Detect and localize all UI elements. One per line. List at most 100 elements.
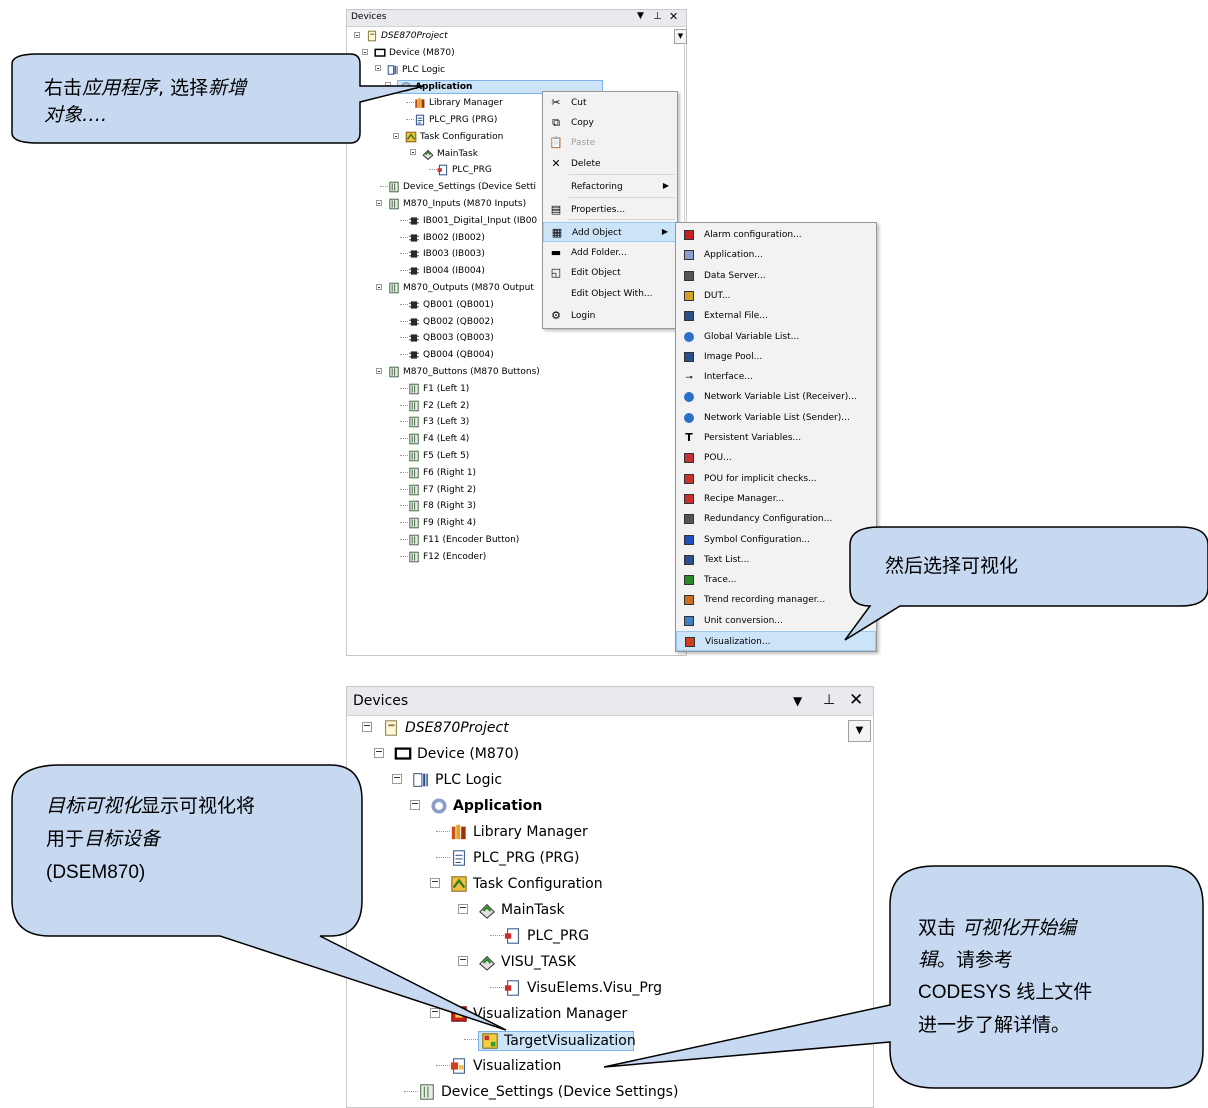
tree-node[interactable]: VISU_TASK <box>478 953 576 971</box>
tree-collapse-toggle[interactable] <box>374 747 384 758</box>
menu-item-visualization[interactable]: Visualization... <box>676 631 876 651</box>
tree-node[interactable]: IB004 (IB004) <box>408 265 485 277</box>
tree-collapse-toggle[interactable] <box>376 199 382 206</box>
tree-collapse-toggle[interactable] <box>392 773 402 784</box>
tree-collapse-toggle[interactable] <box>430 1007 440 1018</box>
menu-item-symbol-configuration[interactable]: Symbol Configuration... <box>676 530 876 550</box>
pin-icon[interactable]: ⊥ <box>653 11 662 22</box>
tree-node[interactable]: TargetVisualization <box>478 1031 636 1051</box>
menu-item-edit-object-with[interactable]: Edit Object With... <box>543 284 677 304</box>
menu-item-recipe-manager[interactable]: Recipe Manager... <box>676 489 876 509</box>
tree-collapse-toggle[interactable] <box>393 132 399 139</box>
tree-node[interactable]: F11 (Encoder Button) <box>408 534 519 546</box>
tree-node[interactable]: PLC Logic <box>412 771 502 789</box>
tree-node[interactable]: PLC_PRG <box>437 164 492 176</box>
tree-collapse-toggle[interactable] <box>376 367 382 374</box>
tree-node[interactable]: QB001 (QB001) <box>408 299 494 311</box>
menu-item-image-pool[interactable]: Image Pool... <box>676 347 876 367</box>
tree-node[interactable]: F8 (Right 3) <box>408 500 476 512</box>
menu-item-add-folder[interactable]: ▬ Add Folder... <box>543 243 677 263</box>
tree-node[interactable]: VisuElems.Visu_Prg <box>504 979 662 997</box>
tree-node[interactable]: DSE870Project <box>382 719 509 737</box>
menu-item-delete[interactable]: ✕ Delete <box>543 154 677 174</box>
tree-node[interactable]: IB003 (IB003) <box>408 248 485 260</box>
menu-item-properties[interactable]: ▤ Properties... <box>543 200 677 220</box>
tree-node[interactable]: Visualization Manager <box>450 1005 627 1023</box>
menu-item-trace[interactable]: Trace... <box>676 570 876 590</box>
tree-node[interactable]: DSE870Project <box>366 30 448 42</box>
devices-titlebar-bottom[interactable]: Devices ▼ ⊥ ✕ <box>347 687 873 716</box>
tree-collapse-toggle[interactable] <box>375 65 381 72</box>
tree-node[interactable]: QB002 (QB002) <box>408 316 494 328</box>
tree-node[interactable]: F6 (Right 1) <box>408 467 476 479</box>
tree-collapse-toggle[interactable] <box>385 82 391 89</box>
close-icon[interactable]: ✕ <box>669 10 678 23</box>
menu-item-cut[interactable]: ✂ Cut <box>543 93 677 113</box>
menu-item-pou-for-implicit-checks[interactable]: POU for implicit checks... <box>676 469 876 489</box>
tree-node[interactable]: F5 (Left 5) <box>408 450 469 462</box>
tree-node[interactable]: Task Configuration <box>405 131 503 143</box>
tree-node[interactable]: M870_Inputs (M870 Inputs) <box>388 198 526 210</box>
tree-node[interactable]: F2 (Left 2) <box>408 400 469 412</box>
tree-node[interactable]: M870_Buttons (M870 Buttons) <box>388 366 540 378</box>
tree-collapse-toggle[interactable] <box>430 877 440 888</box>
menu-item-data-server[interactable]: Data Server... <box>676 266 876 286</box>
tree-node[interactable]: Application <box>430 797 542 815</box>
menu-item-external-file[interactable]: External File... <box>676 306 876 326</box>
tree-node[interactable]: PLC_PRG (PRG) <box>450 849 579 867</box>
menu-item-alarm-configuration[interactable]: Alarm configuration... <box>676 225 876 245</box>
tree-node[interactable]: Visualization <box>450 1057 561 1075</box>
tree-collapse-toggle[interactable] <box>362 48 368 55</box>
menu-item-global-variable-list[interactable]: Global Variable List... <box>676 327 876 347</box>
tree-node[interactable]: IB001_Digital_Input (IB00 <box>408 215 537 227</box>
tree-node[interactable]: F3 (Left 3) <box>408 416 469 428</box>
menu-item-network-variable-list-receiver[interactable]: Network Variable List (Receiver)... <box>676 387 876 407</box>
tree-node[interactable]: PLC Logic <box>387 64 445 76</box>
tree-node[interactable]: QB003 (QB003) <box>408 332 494 344</box>
menu-item-refactoring[interactable]: Refactoring ▶ <box>543 177 677 197</box>
tree-collapse-toggle[interactable] <box>354 31 360 38</box>
dropdown-icon[interactable]: ▼ <box>793 694 802 708</box>
menu-item-copy[interactable]: ⧉ Copy <box>543 113 677 133</box>
menu-item-interface[interactable]: ⊸ Interface... <box>676 367 876 387</box>
tree-node[interactable]: F12 (Encoder) <box>408 551 486 563</box>
tree-node[interactable]: Device (M870) <box>394 745 519 763</box>
menu-item-edit-object[interactable]: ◱ Edit Object <box>543 263 677 283</box>
tree-node[interactable]: F1 (Left 1) <box>408 383 469 395</box>
tree-collapse-toggle[interactable] <box>458 903 468 914</box>
dropdown-icon[interactable]: ▼ <box>637 11 644 21</box>
menu-item-persistent-variables[interactable]: T Persistent Variables... <box>676 428 876 448</box>
tree-collapse-toggle[interactable] <box>410 799 420 810</box>
tree-node[interactable]: Device_Settings (Device Settings) <box>418 1083 678 1101</box>
tree-node[interactable]: QB004 (QB004) <box>408 349 494 361</box>
menu-item-application[interactable]: Application... <box>676 245 876 265</box>
menu-item-text-list[interactable]: Text List... <box>676 550 876 570</box>
tree-node[interactable]: PLC_PRG <box>504 927 589 945</box>
menu-item-login[interactable]: ⚙ Login <box>543 306 677 326</box>
tree-node[interactable]: F7 (Right 2) <box>408 484 476 496</box>
menu-item-unit-conversion[interactable]: Unit conversion... <box>676 611 876 631</box>
close-icon[interactable]: ✕ <box>849 690 863 710</box>
tree-node[interactable]: Task Configuration <box>450 875 603 893</box>
menu-item-trend-recording-manager[interactable]: Trend recording manager... <box>676 590 876 610</box>
tree-node[interactable]: M870_Outputs (M870 Output <box>388 282 534 294</box>
tree-node[interactable]: IB002 (IB002) <box>408 232 485 244</box>
tree-node[interactable]: Device (M870) <box>374 47 455 59</box>
tree-node[interactable]: F4 (Left 4) <box>408 433 469 445</box>
menu-item-add-object[interactable]: ▦ Add Object ▶ <box>543 222 677 242</box>
tree-node[interactable]: F9 (Right 4) <box>408 517 476 529</box>
menu-item-paste[interactable]: 📋 Paste <box>543 133 677 153</box>
menu-item-network-variable-list-sender[interactable]: Network Variable List (Sender)... <box>676 408 876 428</box>
tree-node[interactable]: MainTask <box>478 901 565 919</box>
tree-collapse-toggle[interactable] <box>376 283 382 290</box>
tree-node[interactable]: Device_Settings (Device Setti <box>388 181 536 193</box>
menu-item-dut[interactable]: DUT... <box>676 286 876 306</box>
menu-item-pou[interactable]: POU... <box>676 448 876 468</box>
menu-item-redundancy-configuration[interactable]: Redundancy Configuration... <box>676 509 876 529</box>
tree-node[interactable]: Library Manager <box>450 823 588 841</box>
pin-icon[interactable]: ⊥ <box>823 692 835 708</box>
tree-collapse-toggle[interactable] <box>410 149 416 156</box>
tree-collapse-toggle[interactable] <box>362 721 372 732</box>
tree-collapse-toggle[interactable] <box>458 955 468 966</box>
tree-node[interactable]: PLC_PRG (PRG) <box>414 114 497 126</box>
